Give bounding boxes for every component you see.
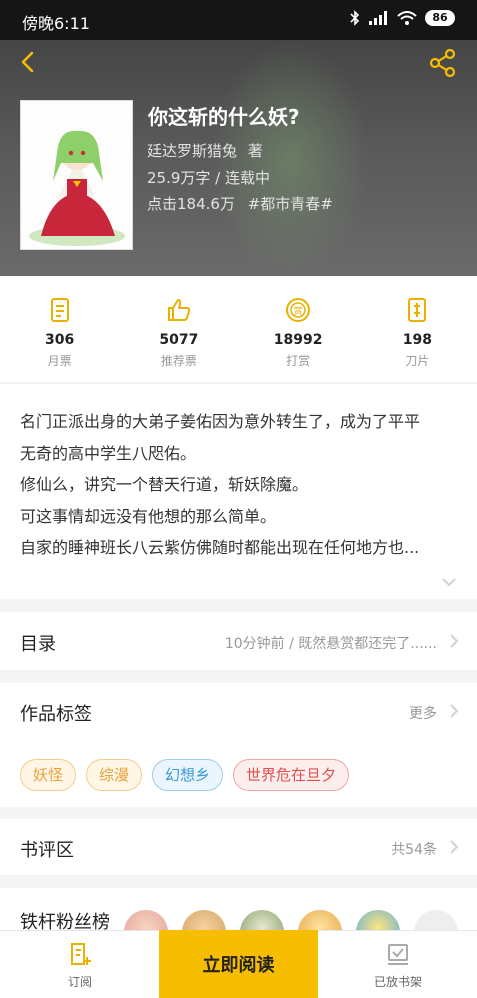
expand-chevron-down-icon[interactable] <box>441 577 457 587</box>
reward-coin-icon: 赏 <box>286 298 311 322</box>
status-time: 傍晚6:11 <box>22 14 90 33</box>
wifi-icon <box>397 11 417 25</box>
tag-chip[interactable]: 妖怪 <box>20 759 77 791</box>
back-button[interactable] <box>14 48 44 78</box>
description-line: 自家的睡神班长八云紫仿佛随时都能出现在任何地方也... <box>20 538 420 557</box>
click-count: 点击184.6万 <box>147 195 235 213</box>
read-now-button[interactable]: 立即阅读 <box>159 930 318 998</box>
share-button[interactable] <box>428 48 458 78</box>
stats-row: 306 月票 5077 推荐票 赏 18992 打赏 198 刀片 <box>0 276 477 382</box>
on-shelf-label: 已放书架 <box>373 974 422 989</box>
word-count-status: 25.9万字 / 连载中 <box>147 169 270 187</box>
stat-value: 306 <box>45 332 75 348</box>
chevron-right-icon[interactable] <box>449 703 459 719</box>
toc-title: 目录 <box>20 634 56 655</box>
clicks-and-category: 点击184.6万 #都市青春# <box>147 193 333 214</box>
cover-illustration <box>21 101 132 249</box>
book-title: 你这斩的什么妖? <box>148 105 300 129</box>
book-description[interactable]: 名门正派出身的大弟子姜佑因为意外转生了，成为了平平 无奇的高中学生八咫佑。 修仙… <box>0 383 477 599</box>
status-icons: 86 <box>349 10 455 26</box>
tag-chip[interactable]: 世界危在旦夕 <box>233 759 350 791</box>
thumbs-up-icon <box>167 299 191 321</box>
reviews-title: 书评区 <box>20 840 74 861</box>
work-tags-title: 作品标签 <box>20 704 92 725</box>
stat-label: 月票 <box>47 354 72 368</box>
book-cover[interactable] <box>20 100 133 250</box>
tags-more-link[interactable]: 更多 <box>409 703 437 723</box>
on-shelf-button[interactable]: 已放书架 <box>318 931 477 998</box>
stat-label: 刀片 <box>405 354 430 368</box>
bookshelf-check-icon <box>388 943 408 965</box>
description-line: 名门正派出身的大弟子姜佑因为意外转生了，成为了平平 <box>20 412 421 431</box>
stat-value: 198 <box>402 332 432 348</box>
chevron-left-icon <box>21 51 34 73</box>
blade-card-icon <box>408 298 427 322</box>
reviews-count: 共54条 <box>391 842 437 858</box>
share-icon <box>429 48 456 78</box>
status-bar: 傍晚6:11 86 <box>0 0 477 40</box>
stat-value: 18992 <box>273 332 323 348</box>
subscribe-button[interactable]: 订阅 <box>0 931 160 998</box>
reviews-row[interactable]: 书评区 共54条 <box>0 819 477 875</box>
stat-label: 打赏 <box>286 354 311 368</box>
description-line: 可这事情却远没有他想的那么简单。 <box>20 506 277 526</box>
tag-chip[interactable]: 幻想乡 <box>152 759 224 791</box>
stat-monthly-ticket[interactable]: 306 月票 <box>0 276 119 382</box>
tag-list: 妖怪 综漫 幻想乡 世界危在旦夕 <box>20 759 350 791</box>
author-line: 廷达罗斯猎兔 著 <box>147 140 263 161</box>
stat-blade[interactable]: 198 刀片 <box>358 276 477 382</box>
signal-icon <box>369 11 387 25</box>
battery-indicator: 86 <box>425 10 455 26</box>
chevron-right-icon <box>450 634 459 648</box>
tag-chip[interactable]: 综漫 <box>86 759 143 791</box>
bluetooth-icon <box>350 10 360 26</box>
monthly-ticket-icon <box>50 298 69 322</box>
stat-value: 5077 <box>159 332 199 348</box>
toc-row[interactable]: 目录 10分钟前 / 既然悬赏都还完了...... <box>0 612 477 670</box>
subscribe-label: 订阅 <box>67 974 92 989</box>
category-tag[interactable]: #都市青春# <box>248 195 333 213</box>
chevron-right-icon <box>450 840 459 854</box>
stat-reward[interactable]: 赏 18992 打赏 <box>239 276 358 382</box>
svg-text:赏: 赏 <box>294 305 303 317</box>
toc-latest-chapter: 10分钟前 / 既然悬赏都还完了...... <box>224 636 437 652</box>
subscribe-icon <box>71 942 91 965</box>
description-line: 无奇的高中学生八咫佑。 <box>20 443 197 463</box>
stat-recommend-ticket[interactable]: 5077 推荐票 <box>119 276 238 382</box>
author-suffix: 著 <box>247 142 263 160</box>
stat-label: 推荐票 <box>160 354 197 368</box>
author-name[interactable]: 廷达罗斯猎兔 <box>147 142 237 160</box>
description-line: 修仙么，讲究一个替天行道，斩妖除魔。 <box>20 475 309 494</box>
